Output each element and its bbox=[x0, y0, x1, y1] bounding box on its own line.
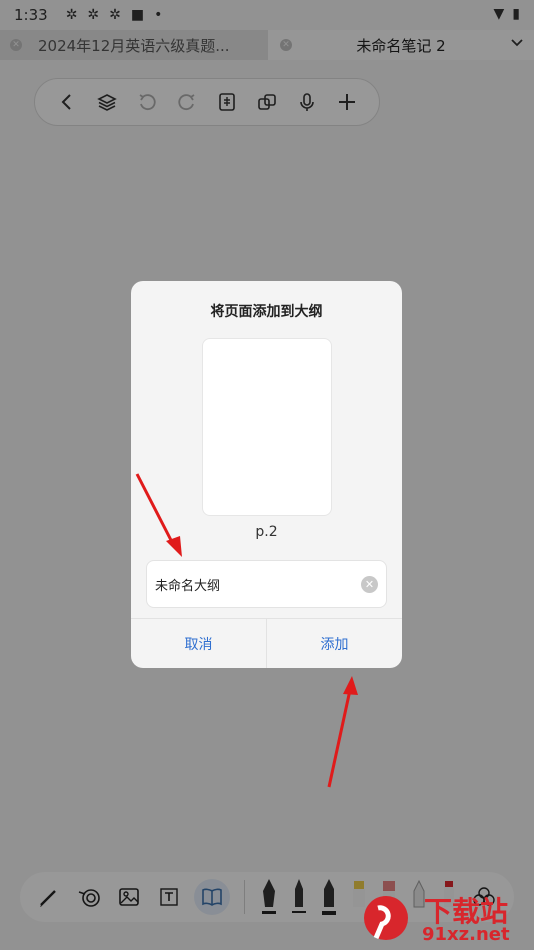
page-thumbnail bbox=[202, 338, 332, 516]
outline-name-field[interactable]: ✕ bbox=[146, 560, 387, 608]
clear-input-icon[interactable]: ✕ bbox=[361, 576, 378, 593]
add-button[interactable]: 添加 bbox=[266, 619, 402, 668]
cancel-button[interactable]: 取消 bbox=[131, 619, 266, 668]
site-watermark: 下载站 91xz.net bbox=[358, 888, 528, 948]
dialog-title: 将页面添加到大纲 bbox=[210, 304, 323, 320]
outline-name-input[interactable] bbox=[155, 576, 355, 592]
page-label: p.2 bbox=[255, 524, 278, 540]
watermark-url: 91xz.net bbox=[422, 924, 510, 945]
add-to-outline-dialog: 将页面添加到大纲 p.2 ✕ 取消 添加 bbox=[131, 281, 402, 668]
dialog-actions: 取消 添加 bbox=[131, 618, 402, 668]
watermark-logo bbox=[364, 896, 408, 940]
